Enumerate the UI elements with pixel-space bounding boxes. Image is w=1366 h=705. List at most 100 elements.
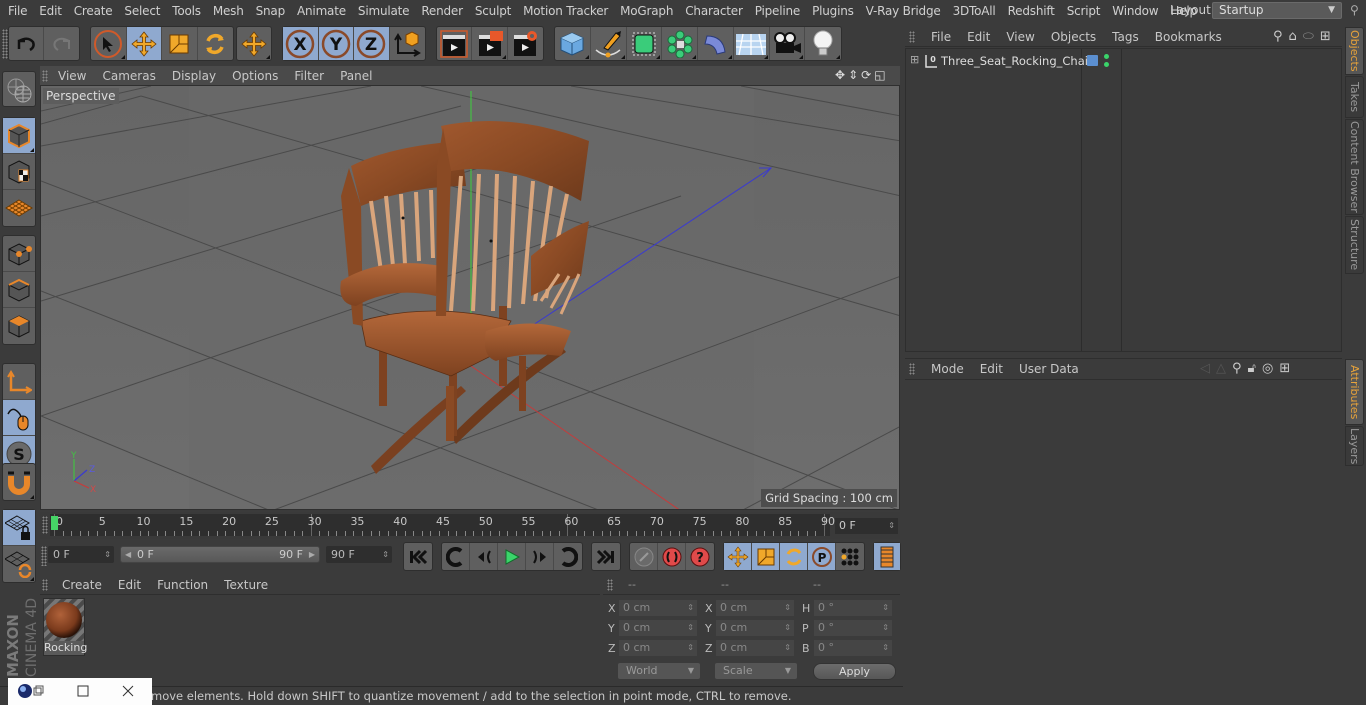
menu-3dtoall[interactable]: 3DToAll (947, 4, 1002, 18)
tweak-mode-button[interactable] (3, 400, 35, 436)
menu-file[interactable]: File (0, 4, 33, 18)
object-menu-objects[interactable]: Objects (1043, 30, 1104, 44)
object-menu-file[interactable]: File (923, 30, 959, 44)
viewport-grip[interactable] (42, 69, 48, 82)
add-spline-button[interactable] (591, 27, 627, 60)
record-button[interactable] (630, 543, 658, 570)
spinner-icon[interactable]: ⇕ (104, 546, 111, 563)
render-visibility-dot[interactable] (1104, 62, 1109, 67)
menu-create[interactable]: Create (68, 4, 119, 18)
spinner-icon[interactable]: ⇕ (382, 546, 389, 563)
move-tool-button[interactable] (126, 27, 162, 60)
keyframe-selection-button[interactable]: ? (686, 543, 714, 570)
transport-grip[interactable] (41, 546, 47, 566)
axis-z-button[interactable]: Z (354, 27, 390, 60)
tab-attributes[interactable]: Attributes (1345, 359, 1364, 425)
menu-vray-bridge[interactable]: V-Ray Bridge (860, 4, 947, 18)
new-panel-icon[interactable]: ⊞ (1279, 361, 1290, 376)
add-floor-button[interactable] (734, 27, 770, 60)
coordinate-type-select[interactable]: Scale ▼ (715, 663, 797, 679)
tab-content-browser[interactable]: Content Browser (1345, 119, 1364, 215)
spinner-icon[interactable]: ⇕ (687, 640, 694, 656)
spinner-icon[interactable]: ⇕ (784, 600, 791, 616)
redo-button[interactable] (44, 27, 79, 60)
end-frame-field[interactable]: 90 F ⇕ (326, 546, 392, 563)
attribute-menu-user-data[interactable]: User Data (1011, 362, 1087, 376)
add-cloner-button[interactable] (662, 27, 698, 60)
preview-range-slider[interactable]: ◀ 0 F 90 F ▶ (120, 546, 320, 563)
tab-takes[interactable]: Takes (1345, 76, 1364, 118)
spinner-icon[interactable]: ⇕ (687, 600, 694, 616)
search-icon[interactable]: ⚲ (1232, 361, 1242, 376)
undo-button[interactable] (9, 27, 45, 60)
rotate-tool-button[interactable] (198, 27, 233, 60)
axis-mode-button[interactable] (3, 364, 35, 400)
object-menu-edit[interactable]: Edit (959, 30, 998, 44)
material-menu-edit[interactable]: Edit (110, 578, 149, 592)
viewport-menu-panel[interactable]: Panel (332, 69, 380, 83)
texture-mode-button[interactable] (3, 154, 35, 190)
apply-button[interactable]: Apply (813, 663, 896, 680)
previous-frame-button[interactable] (470, 543, 498, 570)
viewport-menu-options[interactable]: Options (224, 69, 286, 83)
back-arrow-icon[interactable]: ◁ (1200, 361, 1210, 376)
home-icon[interactable]: ⌂ (1289, 29, 1297, 44)
tab-objects[interactable]: Objects (1345, 27, 1364, 75)
menu-sculpt[interactable]: Sculpt (469, 4, 517, 18)
workplane-align-button[interactable] (3, 546, 35, 582)
render-picture-viewer-button[interactable] (472, 27, 508, 60)
menu-plugins[interactable]: Plugins (806, 4, 860, 18)
expand-icon[interactable]: ⊞ (910, 53, 919, 66)
play-button[interactable] (498, 543, 526, 570)
axis-y-button[interactable]: Y (318, 27, 354, 60)
spinner-icon[interactable]: ⇕ (784, 620, 791, 636)
new-panel-icon[interactable]: ⊞ (1320, 29, 1331, 44)
workplane-mode-button[interactable] (3, 190, 35, 226)
render-settings-button[interactable] (508, 27, 543, 60)
move-transform-button[interactable] (237, 27, 271, 60)
key-position-button[interactable] (724, 543, 752, 570)
viewport-menu-filter[interactable]: Filter (286, 69, 332, 83)
layer-color-swatch[interactable] (1087, 55, 1098, 66)
playhead[interactable] (51, 516, 58, 530)
material-swatch[interactable]: Rocking (43, 598, 87, 656)
key-scale-button[interactable] (752, 543, 780, 570)
scale-tool-button[interactable] (162, 27, 198, 60)
next-key-button[interactable] (554, 543, 582, 570)
workplane-lock-button[interactable] (3, 510, 35, 546)
viewport-menu-view[interactable]: View (54, 69, 94, 83)
perspective-viewport[interactable]: Y Z X Perspective Grid Spacing : 100 cm (40, 85, 900, 510)
coordinate-mode-select[interactable]: World ▼ (618, 663, 700, 679)
points-mode-button[interactable] (3, 236, 35, 272)
up-arrow-icon[interactable]: △ (1216, 361, 1226, 376)
model-mode-button[interactable] (3, 118, 35, 154)
menu-mesh[interactable]: Mesh (207, 4, 250, 18)
search-icon[interactable]: ⚲ (1350, 3, 1359, 17)
next-frame-button[interactable] (526, 543, 554, 570)
menu-edit[interactable]: Edit (33, 4, 67, 18)
size-x-field[interactable]: 0 cm ⇕ (716, 600, 794, 616)
object-name[interactable]: Three_Seat_Rocking_Chair (941, 54, 1093, 68)
key-rotation-button[interactable] (780, 543, 808, 570)
object-menu-bookmarks[interactable]: Bookmarks (1147, 30, 1230, 44)
tab-layers[interactable]: Layers (1345, 426, 1364, 466)
object-row[interactable]: ⊞ 0 Three_Seat_Rocking_Chair (906, 51, 1343, 71)
axis-x-button[interactable]: X (283, 27, 319, 60)
previous-key-button[interactable] (442, 543, 470, 570)
range-right-arrow-icon[interactable]: ▶ (309, 547, 315, 562)
add-deformer-button[interactable] (698, 27, 734, 60)
key-pla-button[interactable] (836, 543, 864, 570)
viewport-menu-cameras[interactable]: Cameras (94, 69, 163, 83)
material-menu-function[interactable]: Function (149, 578, 216, 592)
add-light-button[interactable] (805, 27, 841, 60)
pos-z-field[interactable]: 0 cm ⇕ (619, 640, 697, 656)
material-menu-texture[interactable]: Texture (216, 578, 276, 592)
add-cube-button[interactable] (555, 27, 591, 60)
go-to-end-button[interactable] (592, 543, 620, 570)
frame-ruler[interactable]: 0 5 10 15 20 25 30 35 40 45 50 55 60 65 70 75 80 85 90 (50, 514, 835, 536)
menu-redshift[interactable]: Redshift (1002, 4, 1061, 18)
size-y-field[interactable]: 0 cm ⇕ (716, 620, 794, 636)
menu-script[interactable]: Script (1061, 4, 1107, 18)
go-to-start-button[interactable] (404, 543, 432, 570)
menu-tools[interactable]: Tools (166, 4, 207, 18)
